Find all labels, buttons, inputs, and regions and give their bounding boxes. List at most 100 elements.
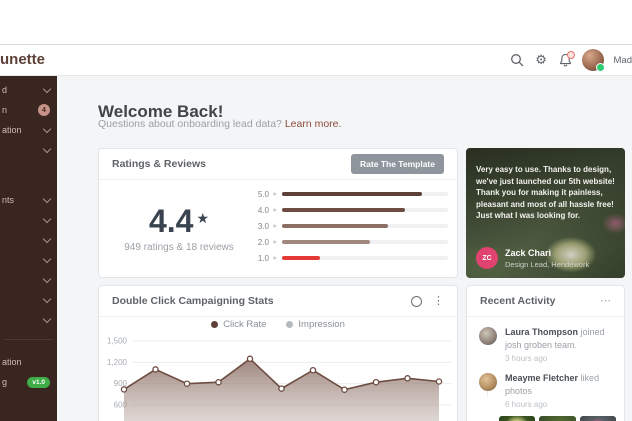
rate-template-button[interactable]: Rate The Template xyxy=(351,154,444,174)
notifications-bell-icon[interactable] xyxy=(558,50,575,68)
activity-card-header: Recent Activity ⋯ xyxy=(467,286,624,317)
activity-text: Laura Thompson joined josh groben team. xyxy=(505,326,616,351)
activity-item: Laura Thompson joined josh groben team. … xyxy=(467,317,624,363)
sidebar-divider xyxy=(4,339,53,340)
testimonial-quote: Very easy to use. Thanks to design, we'v… xyxy=(476,165,615,221)
rating-bar-track xyxy=(282,224,448,228)
white-lily-photo[interactable] xyxy=(499,416,536,421)
rating-summary: 949 ratings & 18 reviews xyxy=(124,241,234,253)
author-role: Design Lead, Hendework xyxy=(505,259,590,269)
legend-dot xyxy=(286,321,294,328)
rating-bar-track xyxy=(282,240,448,244)
sidebar-item-label: d xyxy=(2,85,8,95)
rating-bar-row: 1.0 ★ xyxy=(255,250,448,266)
app-root: unette ⚙ Mad d n 4 ation nts ation g v1.0 Welco… xyxy=(0,0,632,421)
rating-bar-label: 1.0 xyxy=(257,253,269,263)
sidebar-item-label: ation xyxy=(2,125,22,135)
chevron-down-icon xyxy=(42,144,52,153)
sidebar-item[interactable]: n4 xyxy=(0,100,57,120)
sidebar-item[interactable] xyxy=(0,310,57,330)
chart-card-title: Double Click Campaigning Stats xyxy=(112,295,274,307)
star-icon: ★ xyxy=(196,210,210,227)
rating-bar-fill xyxy=(282,208,405,212)
activity-user-name[interactable]: Laura Thompson xyxy=(505,327,578,337)
sidebar-nav: d n 4 ation nts ation g v1.0 xyxy=(0,76,57,392)
pink-lily-photo[interactable] xyxy=(579,416,616,421)
notification-dot xyxy=(566,50,575,59)
rating-bar-track xyxy=(282,208,448,212)
star-icon: ★ xyxy=(272,238,278,246)
rating-bar-row: 3.0 ★ xyxy=(255,218,448,234)
activity-user-name[interactable]: Meayme Fletcher xyxy=(505,373,578,383)
y-axis-tick: 1,200 xyxy=(107,358,128,367)
legend-label: Click Rate xyxy=(223,319,267,330)
sidebar-item[interactable] xyxy=(0,290,57,310)
meayme-avatar[interactable] xyxy=(479,373,497,392)
rating-score-row: 4.4 ★ xyxy=(149,205,209,237)
sidebar-item[interactable] xyxy=(0,210,57,230)
author-block: Zack Chari Design Lead, Hendework xyxy=(505,248,589,269)
laura-avatar[interactable] xyxy=(479,327,497,345)
activity-timestamp: 6 hours ago xyxy=(505,400,548,410)
kebab-menu-icon[interactable]: ⋮ xyxy=(433,295,444,307)
sidebar-item[interactable]: ation xyxy=(0,352,57,372)
sidebar-item[interactable]: d xyxy=(0,80,57,100)
ratings-reviews-card: Ratings & Reviews Rate The Template 4.4 ★… xyxy=(98,148,458,278)
sidebar-item[interactable] xyxy=(0,230,57,250)
chevron-down-icon xyxy=(42,314,52,323)
version-badge: v1.0 xyxy=(27,376,50,388)
sidebar-item[interactable] xyxy=(0,140,57,160)
page-subtitle: Questions about onboarding lead data? Le… xyxy=(98,118,341,130)
brand-logo[interactable]: unette xyxy=(0,51,45,68)
testimonial-card: Very easy to use. Thanks to design, we'v… xyxy=(466,148,625,278)
rating-bar-row: 5.0 ★ xyxy=(255,186,448,202)
ratings-card-header: Ratings & Reviews Rate The Template xyxy=(99,149,457,180)
rating-bar-fill xyxy=(282,256,321,260)
user-name[interactable]: Mad xyxy=(614,55,632,66)
circle-status-icon[interactable] xyxy=(411,295,422,307)
rating-bar-label: 4.0 xyxy=(257,205,269,215)
rating-bar-track xyxy=(282,256,448,260)
campaign-stats-card: Double Click Campaigning Stats ⋮ Click R… xyxy=(98,285,458,421)
sidebar-item-label: g xyxy=(2,377,8,387)
sidebar-item[interactable] xyxy=(0,270,57,290)
subtitle-text: Questions about onboarding lead data? xyxy=(98,118,285,130)
chevron-down-icon xyxy=(42,194,52,203)
star-icon: ★ xyxy=(272,222,278,230)
sidebar-item[interactable] xyxy=(0,250,57,270)
sidebar-item[interactable]: g v1.0 xyxy=(0,372,57,392)
rating-score: 4.4 xyxy=(148,202,194,239)
top-margin-strip xyxy=(0,0,632,45)
rating-bar-label: 5.0 xyxy=(257,189,269,199)
rating-bar-fill xyxy=(282,192,422,196)
sidebar-item[interactable]: nts xyxy=(0,190,57,210)
legend-item[interactable]: Click Rate xyxy=(211,319,266,330)
star-icon: ★ xyxy=(272,254,278,262)
author-initials-avatar: ZC xyxy=(476,247,498,269)
app-header: unette ⚙ Mad xyxy=(0,45,632,76)
search-icon[interactable] xyxy=(510,53,525,68)
sidebar-item[interactable]: ation xyxy=(0,120,57,140)
rating-bar-fill xyxy=(282,240,371,244)
settings-gear-icon[interactable]: ⚙ xyxy=(534,53,549,68)
chevron-down-icon xyxy=(42,84,52,93)
sidebar-item-label: n xyxy=(2,105,8,115)
legend-item[interactable]: Impression xyxy=(286,319,345,330)
activity-feed: Laura Thompson joined josh groben team. … xyxy=(467,317,624,421)
online-status-dot xyxy=(595,63,605,72)
sidebar-item-label: ation xyxy=(2,357,22,367)
rating-bar-row: 2.0 ★ xyxy=(255,234,448,250)
legend-dot xyxy=(211,321,219,328)
rating-bar-label: 2.0 xyxy=(257,237,269,247)
lily-pads-photo[interactable] xyxy=(539,416,576,421)
rating-bar-label: 3.0 xyxy=(257,221,269,231)
user-avatar[interactable] xyxy=(581,49,605,72)
ellipsis-menu-icon[interactable]: ⋯ xyxy=(600,295,611,307)
learn-more-link[interactable]: Learn more. xyxy=(285,118,342,130)
sidebar-item-label: nts xyxy=(2,195,15,205)
chart-card-header: Double Click Campaigning Stats ⋮ xyxy=(99,286,457,317)
testimonial-author: ZC Zack Chari Design Lead, Hendework xyxy=(476,247,589,269)
chevron-down-icon xyxy=(42,254,52,263)
author-name: Zack Chari xyxy=(505,247,552,258)
